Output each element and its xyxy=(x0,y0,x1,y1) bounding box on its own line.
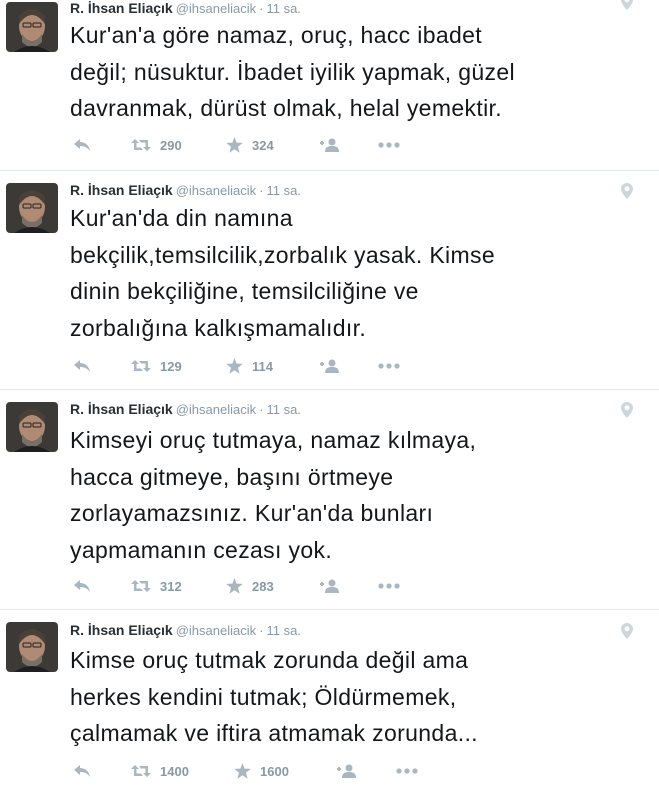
retweet-button[interactable]: 1400 xyxy=(131,760,189,782)
user-handle[interactable]: @ihsaneliacik xyxy=(176,402,256,417)
follow-button[interactable] xyxy=(319,575,341,597)
tweet-header: R. İhsan Eliaçık @ihsaneliacik · 11 sa. xyxy=(70,0,301,18)
favorite-count: 1600 xyxy=(260,763,289,779)
retweet-count: 290 xyxy=(160,137,182,153)
favorite-button[interactable]: 1600 xyxy=(234,760,289,782)
follow-button[interactable] xyxy=(319,134,341,156)
timestamp[interactable]: 11 sa. xyxy=(266,623,300,638)
more-dots-icon xyxy=(378,583,400,589)
star-icon xyxy=(234,763,251,779)
reply-button[interactable] xyxy=(73,575,91,597)
favorite-count: 114 xyxy=(252,358,273,374)
retweet-count: 1400 xyxy=(160,763,189,779)
favorite-button[interactable]: 114 xyxy=(226,355,273,377)
more-button[interactable] xyxy=(378,134,400,156)
tweet-header: R. İhsan Eliaçık @ihsaneliacik · 11 sa. xyxy=(70,620,301,640)
follow-button[interactable] xyxy=(336,760,358,782)
follow-button[interactable] xyxy=(319,355,341,377)
avatar[interactable] xyxy=(6,402,58,452)
tweet-actions: 290 324 xyxy=(70,134,470,156)
tweet: R. İhsan Eliaçık @ihsaneliacik · 11 sa. Kim… xyxy=(0,610,659,794)
reply-icon xyxy=(74,139,90,151)
retweet-icon xyxy=(131,360,151,372)
reply-icon xyxy=(74,580,90,592)
tweet-text: Kur'an'a göre namaz, oruç, hacc ibadet d… xyxy=(70,22,515,121)
separator: · xyxy=(259,183,264,198)
timestamp[interactable]: 11 sa. xyxy=(266,402,300,417)
tweet-actions: 129 114 xyxy=(70,355,470,377)
retweet-button[interactable]: 312 xyxy=(131,575,182,597)
more-button[interactable] xyxy=(378,355,400,377)
reply-icon xyxy=(74,360,90,372)
retweet-icon xyxy=(131,139,151,151)
location-pin-icon[interactable] xyxy=(621,402,633,418)
retweet-count: 312 xyxy=(160,578,182,594)
tweet-actions: 1400 1600 xyxy=(70,760,470,782)
follow-user-icon xyxy=(320,359,339,373)
separator: · xyxy=(259,1,264,16)
location-pin-icon[interactable] xyxy=(621,0,633,10)
star-icon xyxy=(226,137,243,153)
avatar[interactable] xyxy=(6,622,58,672)
user-name[interactable]: R. İhsan Eliaçık xyxy=(70,622,173,638)
separator: · xyxy=(259,402,264,417)
favorite-button[interactable]: 324 xyxy=(226,134,274,156)
user-handle[interactable]: @ihsaneliacik xyxy=(176,623,256,638)
tweet-text: Kur'an'da din namına bekçilik,temsilcili… xyxy=(70,205,495,341)
retweet-button[interactable]: 129 xyxy=(131,355,182,377)
tweet-header: R. İhsan Eliaçık @ihsaneliacik · 11 sa. xyxy=(70,180,301,200)
retweet-icon xyxy=(131,765,151,777)
tweet-text: Kimseyi oruç tutmaya, namaz kılmaya, hac… xyxy=(70,427,477,563)
tweet: R. İhsan Eliaçık @ihsaneliacik · 11 sa. Kur… xyxy=(0,171,659,389)
tweet-header: R. İhsan Eliaçık @ihsaneliacik · 11 sa. xyxy=(70,399,301,419)
tweet-actions: 312 283 xyxy=(70,575,470,597)
timestamp[interactable]: 11 sa. xyxy=(266,183,300,198)
location-pin-icon[interactable] xyxy=(621,183,633,199)
star-icon xyxy=(226,578,243,594)
separator: · xyxy=(259,623,264,638)
reply-button[interactable] xyxy=(73,760,91,782)
star-icon xyxy=(226,358,243,374)
retweet-icon xyxy=(131,580,151,592)
more-button[interactable] xyxy=(378,575,400,597)
more-dots-icon xyxy=(396,768,418,774)
user-name[interactable]: R. İhsan Eliaçık xyxy=(70,401,173,417)
more-dots-icon xyxy=(378,142,400,148)
tweet: R. İhsan Eliaçık @ihsaneliacik · 11 sa. Kim… xyxy=(0,390,659,609)
reply-icon xyxy=(74,765,90,777)
timestamp[interactable]: 11 sa. xyxy=(266,1,300,16)
favorite-count: 283 xyxy=(252,578,274,594)
user-handle[interactable]: @ihsaneliacik xyxy=(176,1,256,16)
favorite-button[interactable]: 283 xyxy=(226,575,274,597)
user-name[interactable]: R. İhsan Eliaçık xyxy=(70,182,173,198)
favorite-count: 324 xyxy=(252,137,274,153)
follow-user-icon xyxy=(337,764,356,778)
user-name[interactable]: R. İhsan Eliaçık xyxy=(70,0,173,16)
reply-button[interactable] xyxy=(73,134,91,156)
more-button[interactable] xyxy=(396,760,418,782)
tweet: R. İhsan Eliaçık @ihsaneliacik · 11 sa. Kur… xyxy=(0,0,659,170)
follow-user-icon xyxy=(320,138,339,152)
avatar[interactable] xyxy=(6,2,58,52)
avatar[interactable] xyxy=(6,183,58,233)
location-pin-icon[interactable] xyxy=(621,623,633,639)
retweet-button[interactable]: 290 xyxy=(131,134,182,156)
more-dots-icon xyxy=(378,363,400,369)
tweet-text: Kimse oruç tutmak zorunda değil ama herk… xyxy=(70,647,478,746)
follow-user-icon xyxy=(320,579,339,593)
user-handle[interactable]: @ihsaneliacik xyxy=(176,183,256,198)
reply-button[interactable] xyxy=(73,355,91,377)
retweet-count: 129 xyxy=(160,358,182,374)
